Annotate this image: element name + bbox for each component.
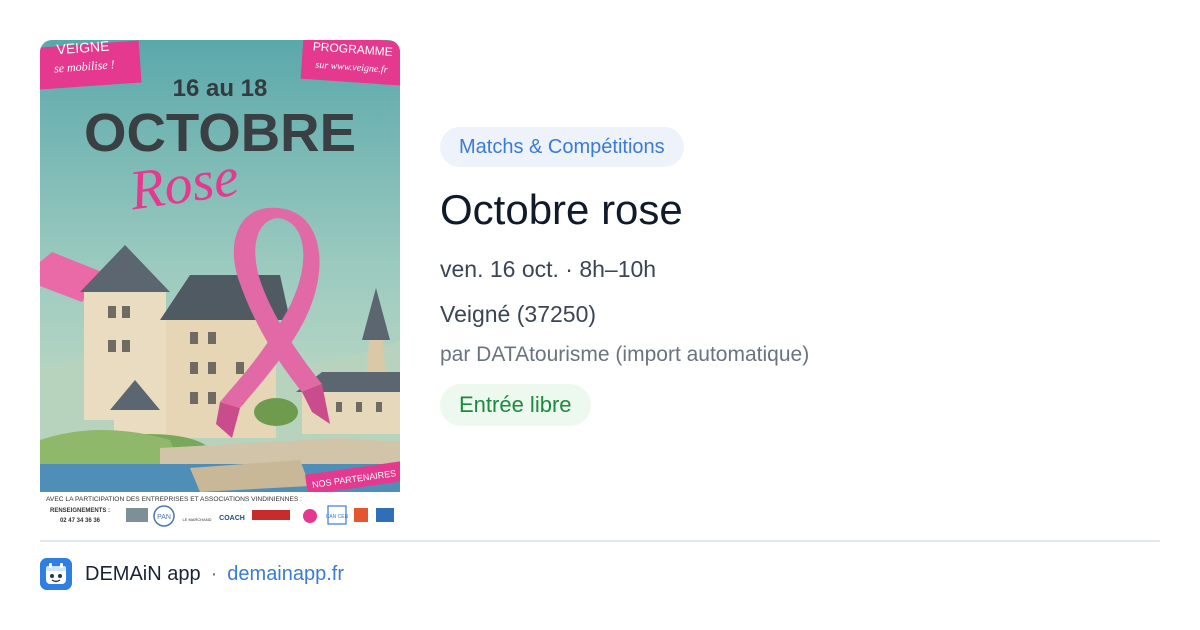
poster-partner-logo-cancen: CAN CEN [326,514,349,520]
poster-partner-logo-marchand: LE MARCHAND [182,517,211,522]
app-name: DEMAiN app [85,562,201,585]
poster-dates: 16 au 18 [173,75,268,102]
poster-artwork: VEIGNE se mobilise ! PROGRAMME sur www.v… [40,40,400,528]
poster-participation-text: AVEC LA PARTICIPATION DES ENTREPRISES ET… [46,497,302,503]
poster-info-phone: 02 47 34 36 36 [60,518,101,524]
footer-divider [40,540,1160,542]
poster-info-label: RENSEIGNEMENTS : [50,508,110,514]
footer: DEMAiN app · demainapp.fr [40,557,344,591]
poster-partner-logo-orange [354,508,368,522]
poster-partner-logo-red [252,510,290,520]
price-chip: Entrée libre [440,384,591,426]
event-source: par DATAtourisme (import automatique) [440,343,810,366]
demain-app-logo-icon [40,558,72,590]
poster-partner-logo-pan: PAN [157,514,171,521]
event-date: ven. 16 oct. · 8h–10h [440,256,657,282]
event-details: Matchs & Compétitions Octobre rose ven. … [440,127,1160,426]
footer-separator: · [210,562,218,585]
poster-partner-logo-blue [376,508,394,522]
poster-partner-logo-pink [303,509,317,523]
app-website-link[interactable]: demainapp.fr [227,563,344,586]
category-chip[interactable]: Matchs & Compétitions [440,127,684,167]
poster-partner-logo-coach: COACH [219,515,245,522]
event-poster-image[interactable]: VEIGNE se mobilise ! PROGRAMME sur www.v… [40,40,400,528]
poster-partner-logo-mark [126,508,148,522]
event-title: Octobre rose [440,186,683,233]
event-location: Veigné (37250) [440,301,597,327]
